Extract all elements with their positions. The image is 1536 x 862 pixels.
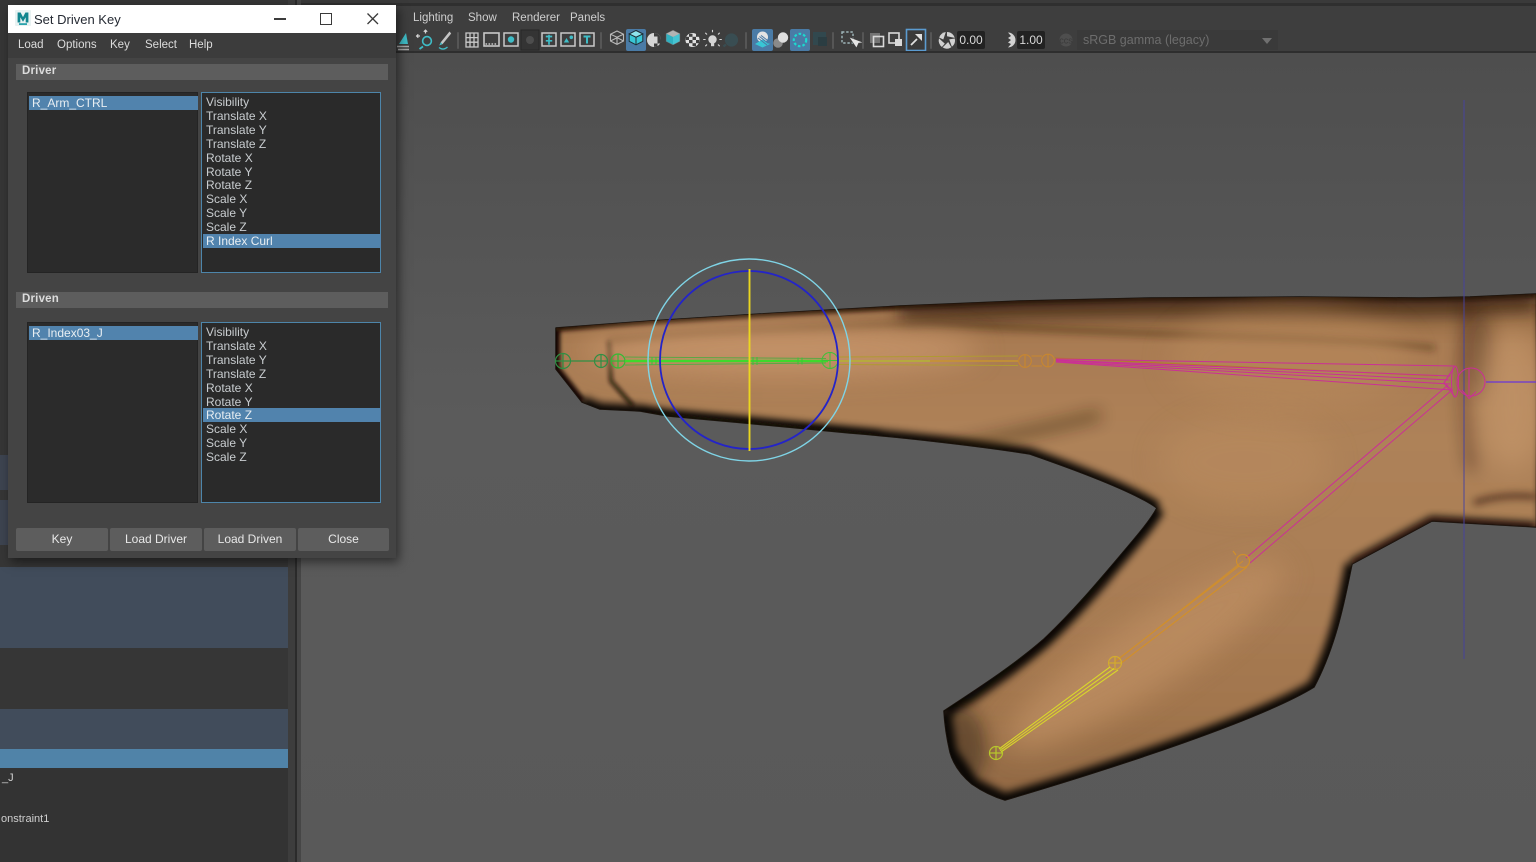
svg-text:ccs: ccs [1059, 36, 1073, 46]
svg-text:1.00: 1.00 [1019, 33, 1043, 47]
svg-text:sRGB gamma (legacy): sRGB gamma (legacy) [1083, 33, 1209, 47]
svg-text:0.00: 0.00 [959, 33, 983, 47]
